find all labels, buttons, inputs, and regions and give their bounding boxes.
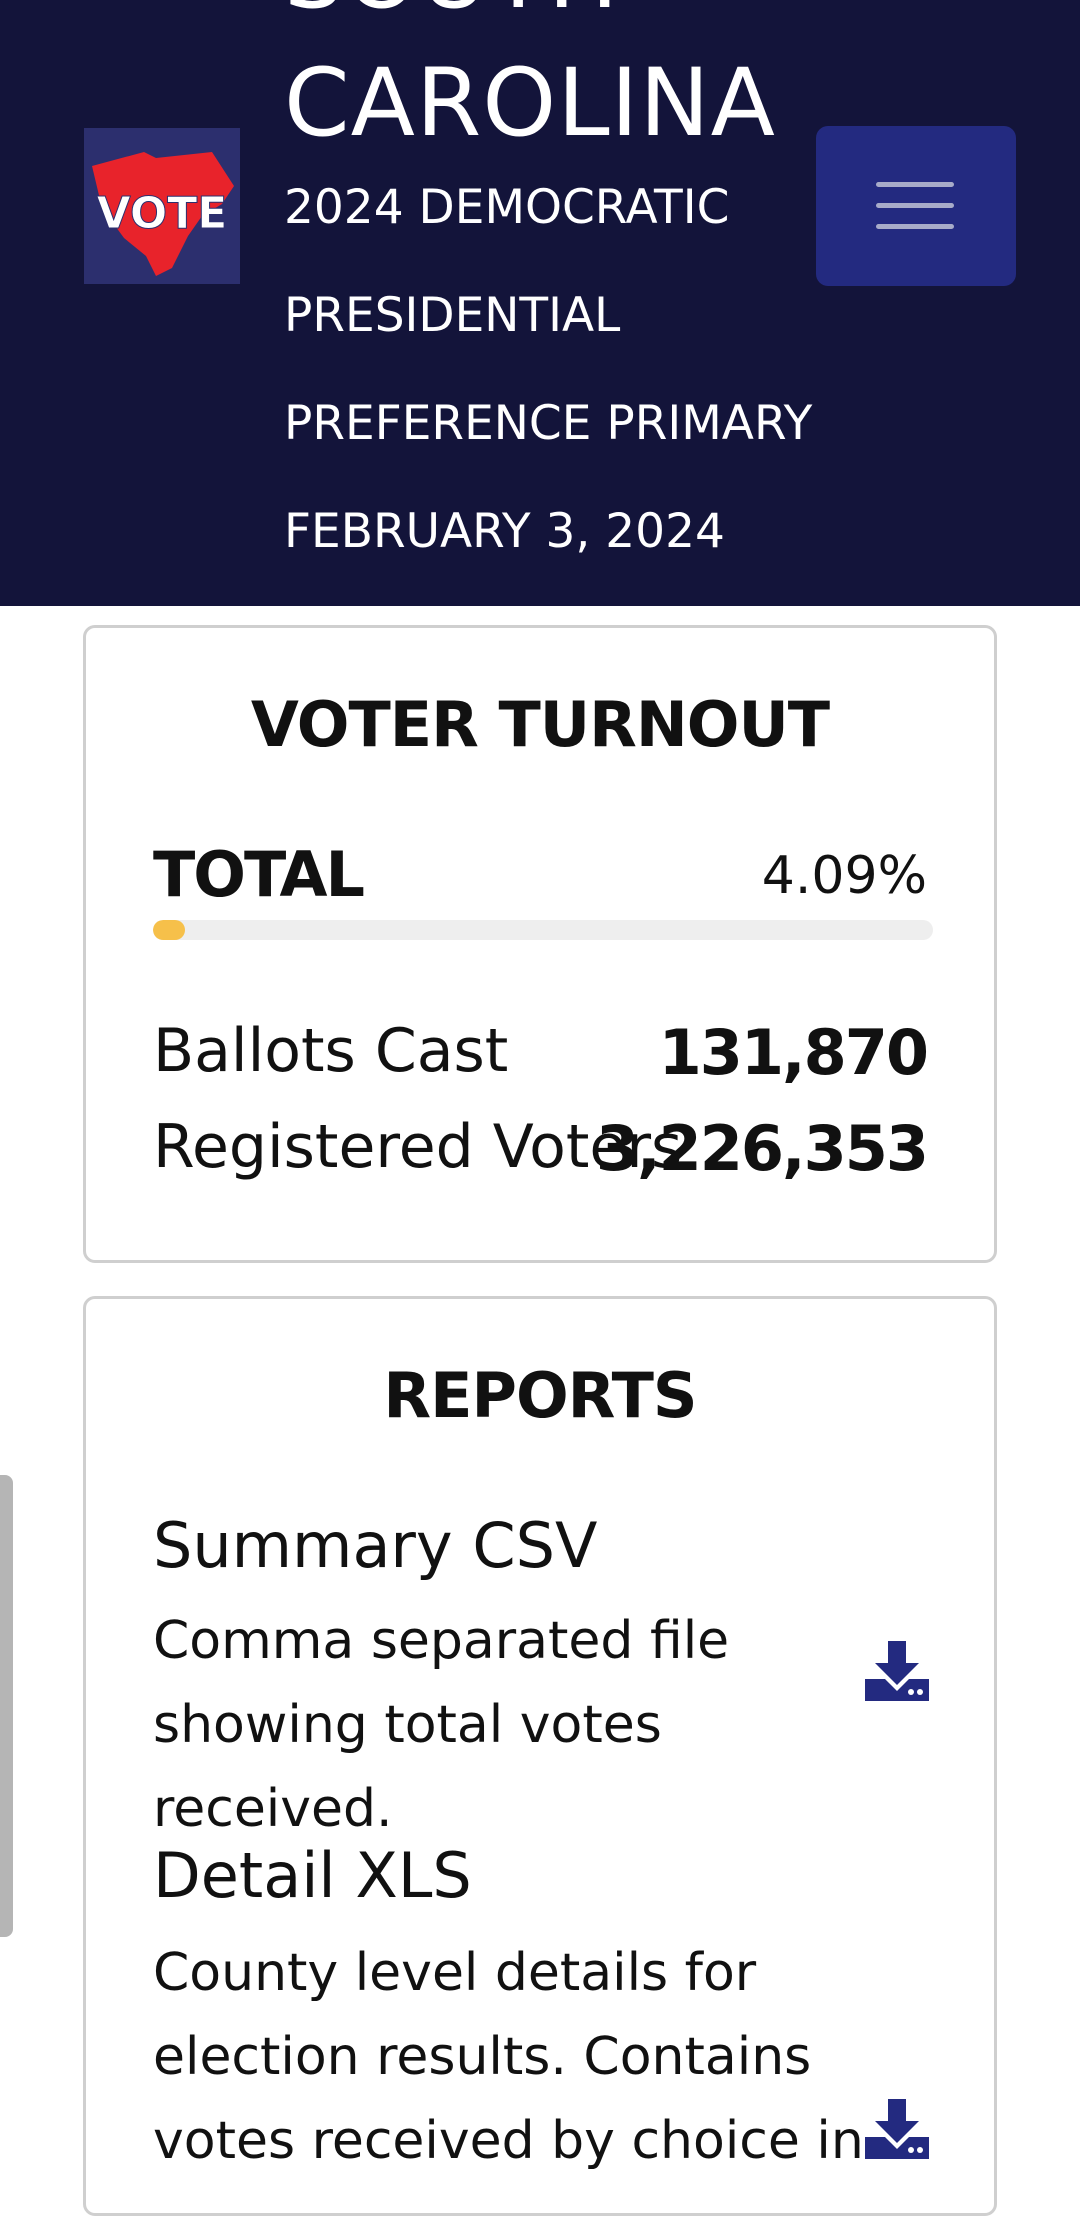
- menu-button[interactable]: [816, 126, 1016, 286]
- election-subtitle-line3: PREFERENCE PRIMARY: [284, 396, 813, 451]
- election-subtitle-line1: 2024 DEMOCRATIC: [284, 180, 730, 235]
- logo-text: VOTE: [97, 188, 228, 239]
- detail-xls-title[interactable]: Detail XLS: [153, 1839, 472, 1912]
- election-date: FEBRUARY 3, 2024: [284, 504, 725, 559]
- registered-voters-value: 3,226,353: [595, 1112, 929, 1185]
- voter-turnout-title: VOTER TURNOUT: [250, 688, 830, 761]
- voter-turnout-card: VOTER TURNOUT TOTAL 4.09% Ballots Cast 1…: [83, 625, 997, 1263]
- state-name-line1: SOUTH: [284, 0, 620, 30]
- turnout-progress-fill: [153, 920, 185, 940]
- download-icon: [865, 1641, 929, 1701]
- ballots-cast-value: 131,870: [658, 1016, 929, 1089]
- download-icon: [865, 2099, 929, 2159]
- state-name-line2: CAROLINA: [284, 49, 776, 158]
- total-percent: 4.09%: [761, 846, 927, 906]
- vote-logo[interactable]: VOTE: [84, 128, 240, 284]
- summary-csv-title[interactable]: Summary CSV: [153, 1509, 597, 1582]
- turnout-progress-bar: [153, 920, 933, 940]
- summary-csv-download-button[interactable]: [865, 1641, 929, 1701]
- reports-card: REPORTS Summary CSV Comma separated file…: [83, 1296, 997, 2216]
- detail-xls-download-button[interactable]: [865, 2099, 929, 2159]
- detail-xls-description: County level details for election result…: [153, 1943, 864, 2171]
- south-carolina-vote-icon: VOTE: [84, 128, 240, 284]
- site-header: VOTE SOUTH CAROLINA 2024 DEMOCRATIC PRES…: [0, 0, 1080, 606]
- total-label: TOTAL: [153, 838, 365, 911]
- scroll-handle[interactable]: [0, 1475, 13, 1937]
- summary-csv-description: Comma separated file showing total votes…: [153, 1611, 730, 1839]
- ballots-cast-label: Ballots Cast: [153, 1016, 509, 1086]
- election-subtitle-line2: PRESIDENTIAL: [284, 288, 621, 343]
- reports-title: REPORTS: [383, 1359, 697, 1432]
